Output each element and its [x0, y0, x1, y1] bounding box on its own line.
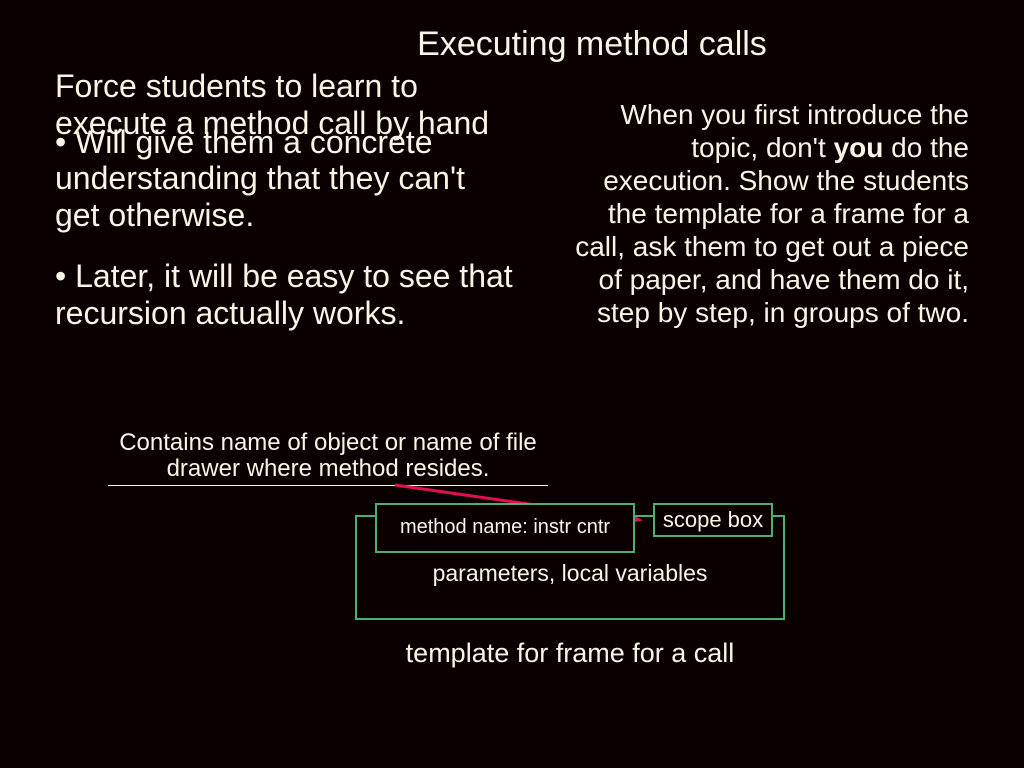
template-caption: template for frame for a call [355, 638, 785, 669]
content-columns: Force students to learn to execute a met… [55, 68, 969, 332]
right-column: When you first introduce the topic, don'… [558, 68, 969, 332]
right-text-bold: you [834, 132, 884, 163]
bullet-dot-icon: • [55, 124, 66, 160]
diagram-area: Contains name of object or name of file … [55, 420, 965, 720]
slide: Executing method calls Force students to… [0, 0, 1024, 768]
right-paragraph: When you first introduce the topic, don'… [558, 68, 969, 329]
params-text: parameters, local variables [355, 560, 785, 587]
scope-note: Contains name of object or name of file … [108, 430, 548, 486]
bullet-1-text: Will give them a concrete understanding … [55, 124, 465, 234]
bullet-2: • Later, it will be easy to see that rec… [55, 258, 518, 332]
bullet-2-text: Later, it will be easy to see that recur… [55, 258, 513, 331]
slide-title: Executing method calls [55, 25, 969, 64]
scope-box: scope box [653, 503, 773, 537]
left-column: Force students to learn to execute a met… [55, 68, 518, 332]
method-name-text: method name: instr cntr [400, 517, 610, 539]
bullet-dot-icon: • [55, 258, 66, 294]
method-name-box: method name: instr cntr [375, 503, 635, 553]
